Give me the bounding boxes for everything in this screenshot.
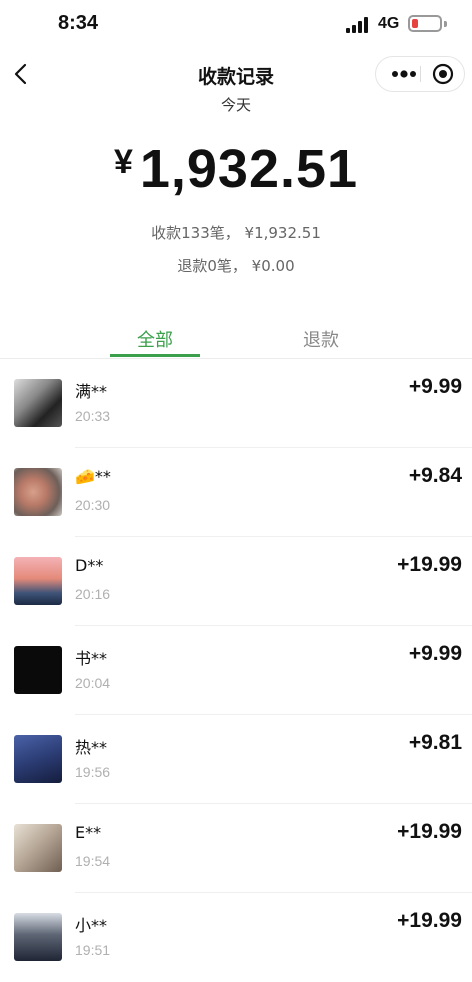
avatar [14,824,62,872]
payment-time: 20:30 [75,497,111,513]
list-item[interactable]: 热** 19:56 +9.81 [0,715,472,804]
miniprogram-capsule [375,56,465,92]
payment-time: 20:33 [75,408,111,424]
payment-time: 20:16 [75,586,111,602]
battery-icon [408,15,442,32]
close-miniprogram-button[interactable] [432,63,454,85]
avatar [14,379,62,427]
date-label: 今天 [220,96,251,114]
transaction-list: 满** 20:33 +9.99 🧀** 20:30 +9.84 D** 20:1… [0,359,472,982]
list-item[interactable]: 书** 20:04 +9.99 [0,626,472,715]
payer-name: 书** [75,649,108,668]
tab-refund[interactable]: 退款 [276,326,366,352]
capsule-divider [420,66,421,82]
battery-cap [444,21,447,27]
list-item[interactable]: 🧀** 20:30 +9.84 [0,448,472,537]
status-bar: 8:34 4G [0,0,472,48]
currency-symbol: ¥ [113,143,134,181]
payer-name: D** [75,556,104,575]
avatar [14,913,62,961]
avatar [14,646,62,694]
payer-name: 🧀** [75,467,111,486]
status-time: 8:34 [58,12,99,34]
payment-time: 19:56 [75,764,111,780]
tab-all[interactable]: 全部 [110,326,200,352]
payment-amount: +19.99 [397,820,462,843]
payer-name: 热** [75,738,108,757]
list-item[interactable]: 小** 19:51 +19.99 [0,893,472,982]
list-item[interactable]: E** 19:54 +19.99 [0,804,472,893]
payment-time: 19:54 [75,853,111,869]
payment-time: 20:04 [75,675,111,691]
payment-time: 19:51 [75,942,111,958]
payment-amount: +9.84 [408,464,462,487]
target-close-icon [432,63,454,85]
payer-name: E** [75,823,102,842]
signal-icon [346,17,372,33]
payment-amount: +9.81 [408,731,462,754]
received-summary: 收款133笔， ¥1,932.51 [151,224,321,242]
more-button[interactable] [388,57,420,91]
network-label: 4G [378,15,400,32]
payer-name: 小** [75,916,108,935]
list-item[interactable]: 满** 20:33 +9.99 [0,359,472,448]
active-tab-indicator [110,354,200,357]
total-amount: ¥1,932.51 [0,138,472,200]
refund-summary: 退款0笔， ¥0.00 [177,257,295,275]
payment-amount: +19.99 [397,553,462,576]
payment-amount: +9.99 [408,375,462,398]
payer-name: 满** [75,382,108,401]
payment-amount: +19.99 [397,909,462,932]
total-value: 1,932.51 [139,139,359,199]
avatar [14,468,62,516]
avatar [14,735,62,783]
avatar [14,557,62,605]
list-item[interactable]: D** 20:16 +19.99 [0,537,472,626]
payment-amount: +9.99 [408,642,462,665]
more-dots-icon [392,70,416,78]
